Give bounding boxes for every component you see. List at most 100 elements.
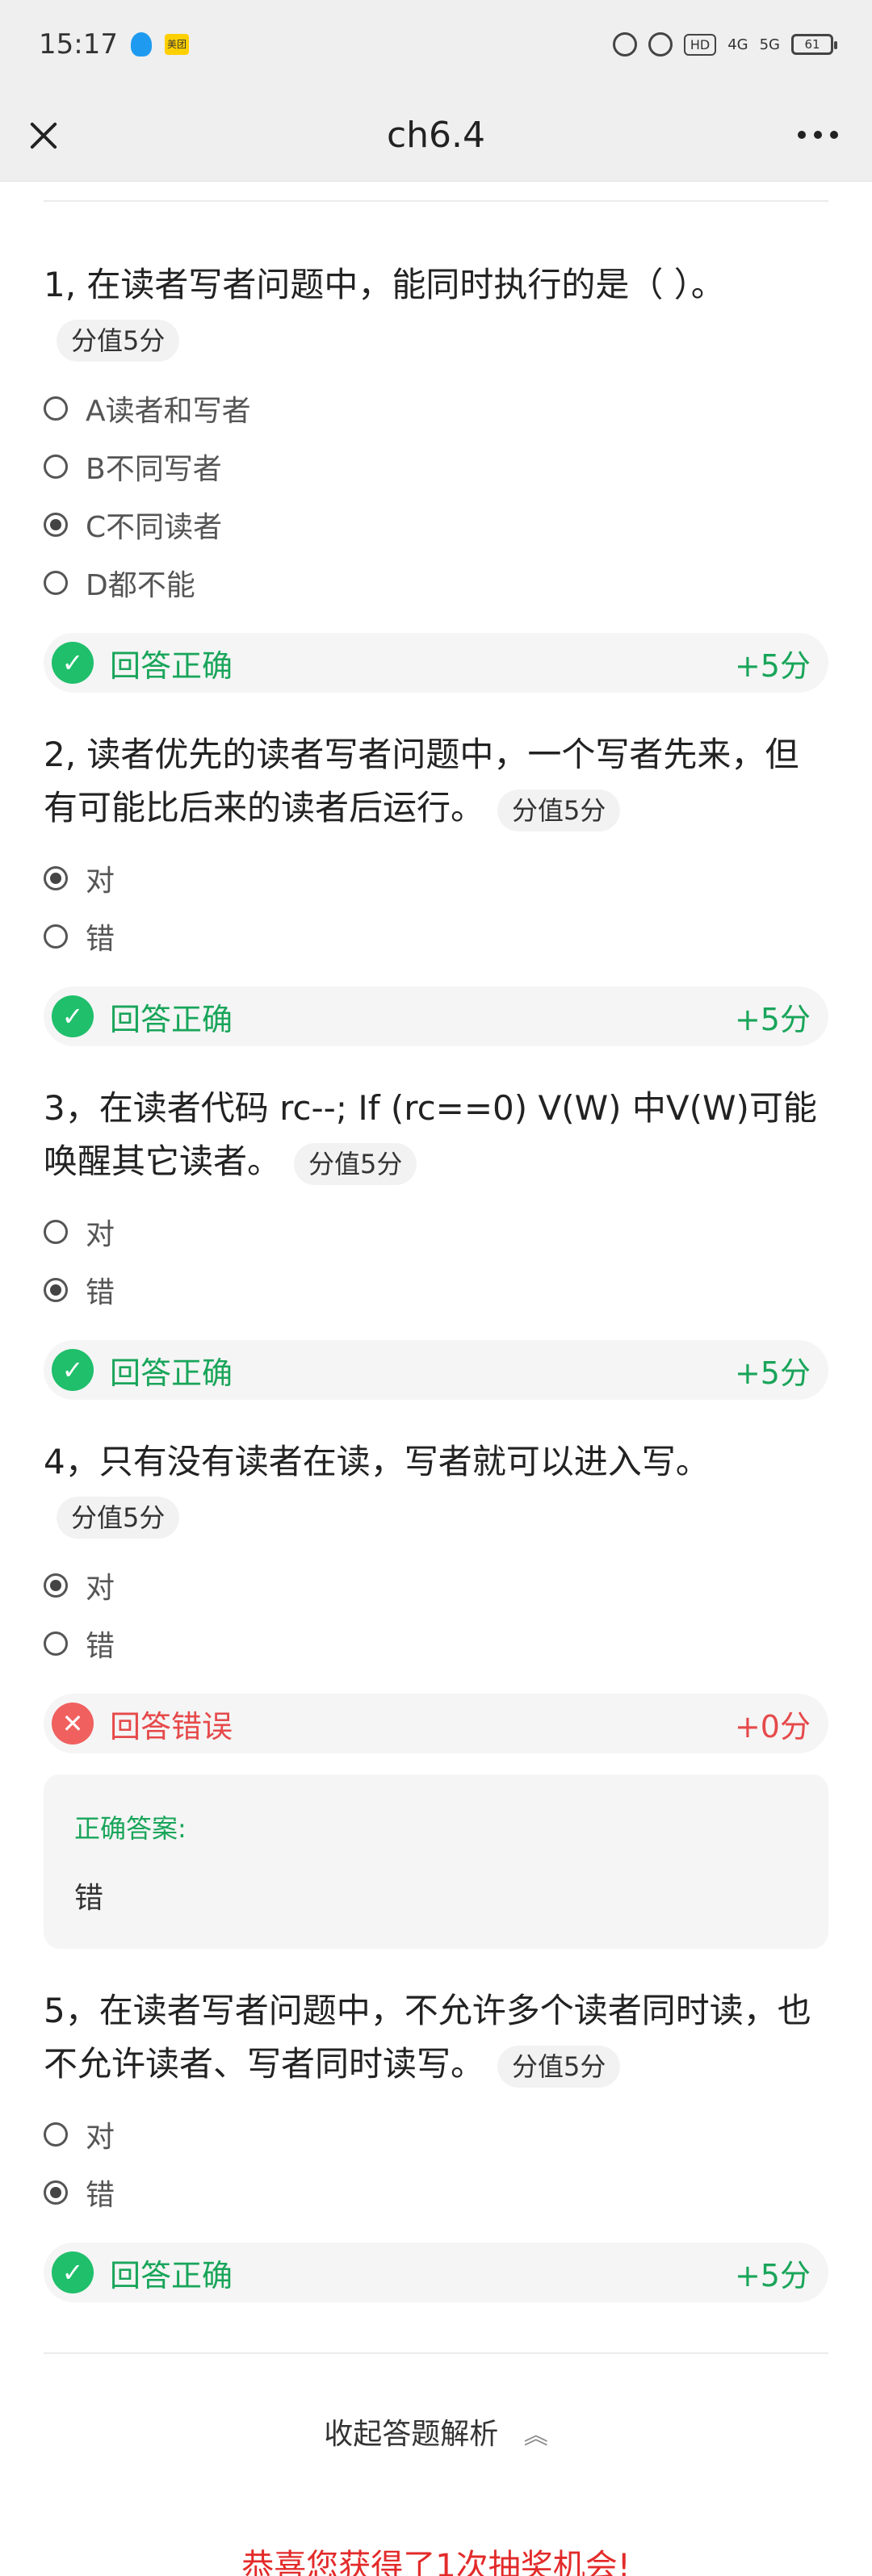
question-text: 5，在读者写者问题中，不允许多个读者同时读，也不允许读者、写者同时读写。 分值5分	[44, 1984, 828, 2091]
question-text: 3，在读者代码 rc--; If (rc==0) V(W) 中V(W)可能唤醒其…	[44, 1082, 828, 1188]
question-list: 1, 在读者写者问题中，能同时执行的是（ ）。分值5分 A读者和写者 B不同写者 C不…	[44, 258, 828, 2302]
correct-answer-title: 正确答案:	[74, 1813, 187, 1844]
result-label: 回答正确	[110, 2257, 233, 2293]
radio-unchecked-icon[interactable]	[44, 396, 68, 421]
answer-option[interactable]: 对	[44, 2105, 828, 2163]
option-label: 错	[86, 2179, 115, 2212]
question-item: 5，在读者写者问题中，不允许多个读者同时读，也不允许读者、写者同时读写。 分值5分…	[44, 1984, 828, 2302]
result-bar: ✓ 回答正确 +5分	[44, 986, 828, 1046]
radio-unchecked-icon[interactable]	[44, 454, 68, 479]
option-label: 对	[86, 865, 115, 898]
answer-option[interactable]: C不同读者	[44, 496, 828, 554]
question-label: 2, 读者优先的读者写者问题中，一个写者先来，但有可能比后来的读者后运行。	[44, 735, 799, 827]
collapse-label: 收起答题解析	[324, 2418, 499, 2451]
check-circle-icon: ✓	[52, 995, 94, 1037]
answer-option[interactable]: B不同写者	[44, 438, 828, 496]
answer-option[interactable]: 错	[44, 1261, 828, 1319]
question-text: 1, 在读者写者问题中，能同时执行的是（ ）。分值5分	[44, 258, 828, 365]
radio-unchecked-icon[interactable]	[44, 1220, 68, 1244]
battery-icon: 61	[791, 34, 837, 55]
option-label: A读者和写者	[86, 395, 251, 428]
prize-message: 恭喜您获得了1次抽奖机会!	[241, 2548, 631, 2576]
result-label: 回答错误	[110, 1708, 233, 1745]
option-list: 对错	[44, 2105, 828, 2222]
page-title: ch6.4	[386, 114, 486, 156]
radio-unchecked-icon[interactable]	[44, 2122, 68, 2147]
option-list: 对错	[44, 849, 828, 965]
option-label: 错	[86, 1276, 115, 1309]
option-label: B不同写者	[86, 453, 222, 486]
close-icon[interactable]	[24, 116, 63, 155]
question-text: 4，只有没有读者在读，写者就可以进入写。分值5分	[44, 1435, 828, 1542]
radio-checked-icon[interactable]	[44, 2180, 68, 2205]
question-item: 4，只有没有读者在读，写者就可以进入写。分值5分对错 ✕ 回答错误 +0分 正确答案: 错	[44, 1435, 828, 1949]
radio-checked-icon[interactable]	[44, 1278, 68, 1302]
answer-option[interactable]: 错	[44, 1615, 828, 1673]
signal-4g-icon: 4G	[727, 36, 748, 53]
result-score: +5分	[734, 1355, 811, 1391]
result-label: 回答正确	[110, 647, 233, 684]
status-time: 15:17	[39, 28, 118, 61]
result-score: +0分	[734, 1708, 811, 1745]
correct-answer-box: 正确答案: 错	[44, 1774, 828, 1949]
check-circle-icon: ✓	[52, 642, 94, 684]
question-label: 4，只有没有读者在读，写者就可以进入写。	[44, 1442, 710, 1481]
meituan-badge-icon: 美团	[164, 34, 189, 55]
answer-option[interactable]: A读者和写者	[44, 379, 828, 438]
cross-circle-icon: ✕	[52, 1703, 94, 1745]
answer-option[interactable]: D都不能	[44, 554, 828, 612]
option-list: A读者和写者 B不同写者 C不同读者 D都不能	[44, 379, 828, 612]
qq-icon	[130, 32, 152, 57]
status-bar: 15:17 美团 HD 4G 5G 61	[0, 0, 872, 89]
result-bar: ✓ 回答正确 +5分	[44, 2243, 828, 2302]
option-label: D都不能	[86, 569, 195, 602]
chevron-double-up-icon: ︽	[523, 2422, 548, 2450]
status-icons: HD 4G 5G 61	[612, 0, 837, 89]
radio-checked-icon[interactable]	[44, 513, 68, 537]
alarm-icon	[612, 32, 637, 57]
radio-unchecked-icon[interactable]	[44, 1631, 68, 1656]
answer-option[interactable]: 错	[44, 907, 828, 965]
question-label: 1, 在读者写者问题中，能同时执行的是（ ）。	[44, 265, 725, 304]
answer-option[interactable]: 错	[44, 2163, 828, 2222]
correct-answer-value: 错	[74, 1882, 104, 1915]
nav-bar: ch6.4	[0, 89, 872, 182]
answer-option[interactable]: 对	[44, 1556, 828, 1615]
option-list: 对错	[44, 1203, 828, 1319]
radio-checked-icon[interactable]	[44, 1573, 68, 1598]
result-score: +5分	[734, 1001, 811, 1037]
option-label: 对	[86, 1572, 115, 1605]
question-label: 3，在读者代码 rc--; If (rc==0) V(W) 中V(W)可能唤醒其…	[44, 1088, 817, 1181]
divider	[44, 182, 828, 202]
result-label: 回答正确	[110, 1355, 233, 1391]
more-menu-icon[interactable]	[798, 131, 838, 139]
result-bar: ✕ 回答错误 +0分	[44, 1694, 828, 1753]
quiz-content: 1, 在读者写者问题中，能同时执行的是（ ）。分值5分 A读者和写者 B不同写者 C不…	[0, 182, 872, 2576]
option-label: 对	[86, 2121, 115, 2154]
signal-5g-icon: 5G	[759, 36, 780, 53]
score-badge: 分值5分	[497, 2045, 621, 2088]
result-bar: ✓ 回答正确 +5分	[44, 633, 828, 693]
score-badge: 分值5分	[57, 1496, 180, 1539]
option-label: 对	[86, 1218, 115, 1251]
answer-option[interactable]: 对	[44, 1203, 828, 1261]
radio-unchecked-icon[interactable]	[44, 571, 68, 595]
check-circle-icon: ✓	[52, 1349, 94, 1391]
option-list: 对错	[44, 1556, 828, 1673]
question-text: 2, 读者优先的读者写者问题中，一个写者先来，但有可能比后来的读者后运行。 分值5…	[44, 728, 828, 835]
result-label: 回答正确	[110, 1001, 233, 1037]
score-badge: 分值5分	[497, 789, 621, 831]
radio-checked-icon[interactable]	[44, 866, 68, 890]
collapse-analysis-button[interactable]: 收起答题解析 ︽	[44, 2411, 828, 2452]
question-item: 1, 在读者写者问题中，能同时执行的是（ ）。分值5分 A读者和写者 B不同写者 C不…	[44, 258, 828, 693]
result-score: +5分	[734, 647, 811, 684]
question-label: 5，在读者写者问题中，不允许多个读者同时读，也不允许读者、写者同时读写。	[44, 1991, 811, 2084]
result-bar: ✓ 回答正确 +5分	[44, 1340, 828, 1400]
question-item: 3，在读者代码 rc--; If (rc==0) V(W) 中V(W)可能唤醒其…	[44, 1082, 828, 1400]
option-label: C不同读者	[86, 511, 223, 544]
answer-option[interactable]: 对	[44, 849, 828, 907]
option-label: 错	[86, 1630, 115, 1663]
question-item: 2, 读者优先的读者写者问题中，一个写者先来，但有可能比后来的读者后运行。 分值5…	[44, 728, 828, 1046]
score-badge: 分值5分	[57, 319, 180, 362]
radio-unchecked-icon[interactable]	[44, 924, 68, 949]
